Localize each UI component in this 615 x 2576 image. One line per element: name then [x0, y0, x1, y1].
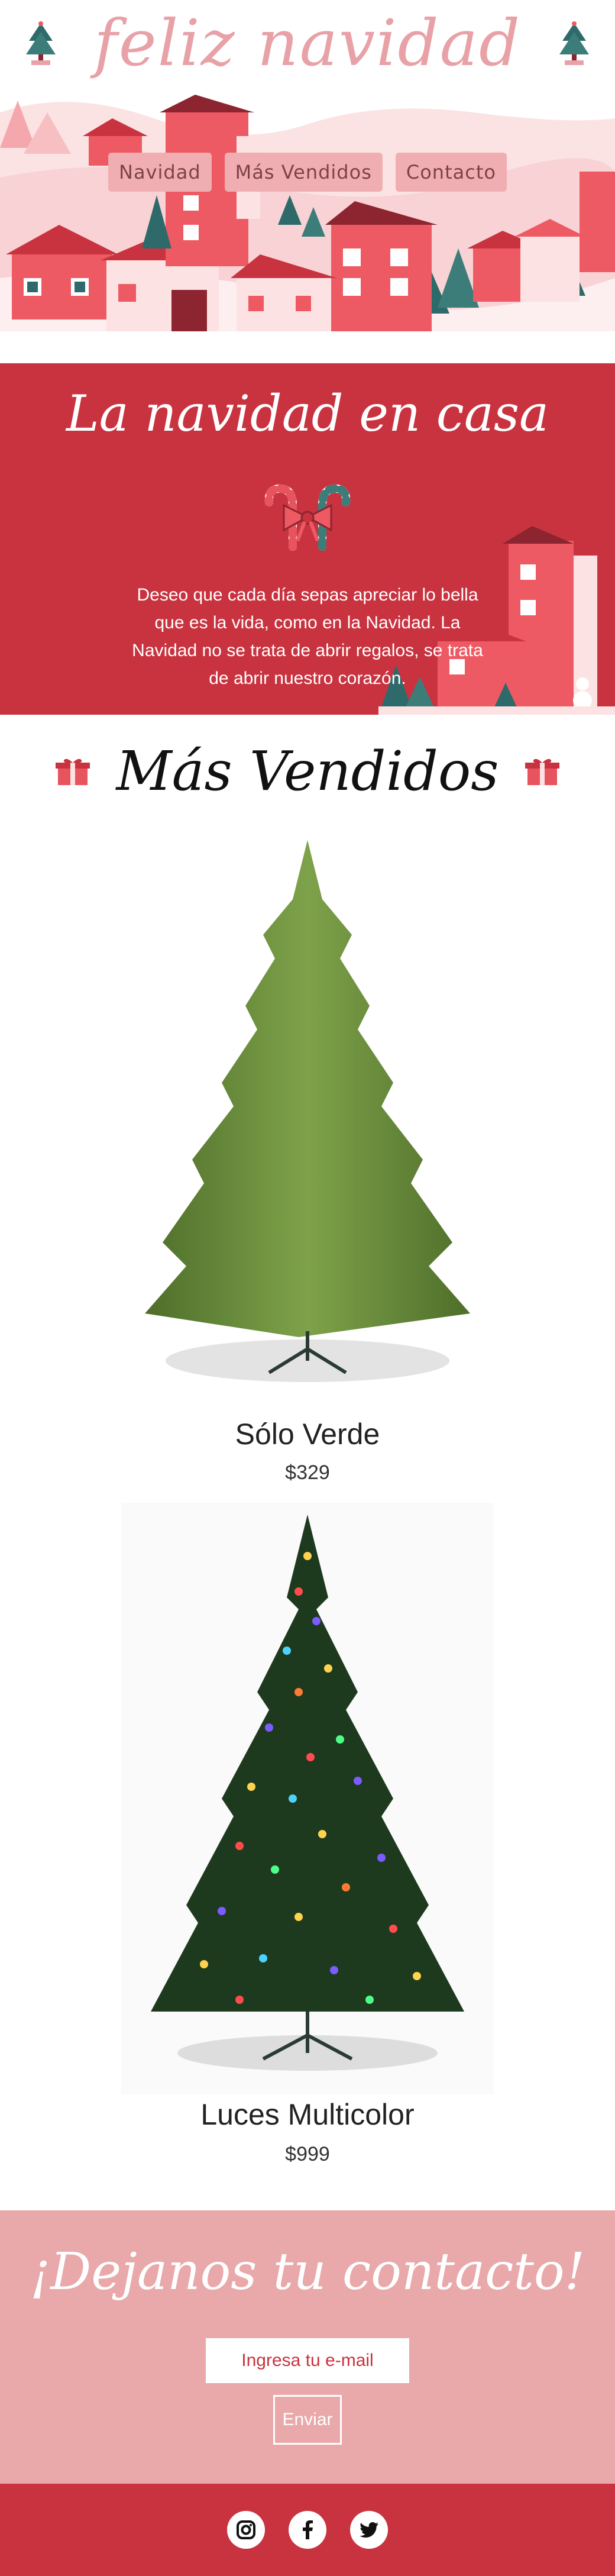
- contact-section: ¡Dejanos tu contacto! Enviar: [0, 2210, 615, 2484]
- brand: feliz navidad: [0, 12, 615, 76]
- product-name: Luces Multicolor: [200, 2098, 415, 2131]
- nav-item-mas-vendidos[interactable]: Más Vendidos: [224, 153, 383, 192]
- nav-item-contacto[interactable]: Contacto: [395, 153, 507, 192]
- site-footer: [0, 2484, 615, 2576]
- gift-icon: [56, 758, 90, 785]
- email-input[interactable]: [206, 2338, 409, 2383]
- instagram-icon[interactable]: [227, 2511, 265, 2549]
- christmas-tree-icon: [559, 21, 590, 65]
- submit-button[interactable]: Enviar: [273, 2395, 342, 2445]
- green-tree-image: [145, 840, 470, 1382]
- facebook-icon[interactable]: [289, 2511, 326, 2549]
- multicolor-tree-image: [121, 1503, 494, 2094]
- product-price: $999: [285, 2143, 330, 2165]
- section-title: Más Vendidos: [116, 740, 499, 803]
- product-name: Sólo Verde: [235, 1418, 380, 1451]
- site-header: feliz navidad Navidad Más Vendidos Conta…: [0, 0, 615, 363]
- intro-section: La navidad en casa Deseo que cada día se…: [0, 363, 615, 715]
- gift-icon: [525, 758, 559, 785]
- brand-title: feliz navidad: [93, 7, 522, 80]
- product-card[interactable]: Sólo Verde $329: [0, 816, 615, 1503]
- contact-title: ¡Dejanos tu contacto!: [30, 2242, 585, 2301]
- product-price: $329: [285, 1461, 330, 1484]
- intro-title: La navidad en casa: [66, 385, 549, 443]
- product-card[interactable]: Luces Multicolor $999: [0, 1503, 615, 2189]
- twitter-icon[interactable]: [350, 2511, 388, 2549]
- nav-item-navidad[interactable]: Navidad: [108, 153, 212, 192]
- candy-cane-bow-icon: [264, 484, 351, 551]
- main-nav: Navidad Más Vendidos Contacto: [0, 153, 615, 192]
- section-header: Más Vendidos: [0, 740, 615, 803]
- christmas-tree-icon: [25, 21, 56, 65]
- intro-text: Deseo que cada día sepas apreciar lo bel…: [132, 585, 483, 688]
